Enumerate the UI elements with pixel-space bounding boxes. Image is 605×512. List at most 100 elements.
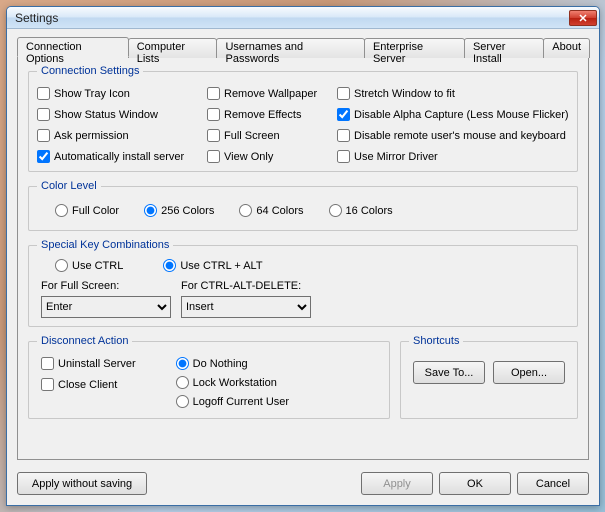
rad-use-ctrl-label: Use CTRL (72, 260, 123, 272)
chk-show-tray-icon[interactable]: Show Tray Icon (37, 87, 207, 100)
chk-uninstall-server-input[interactable] (41, 357, 54, 370)
rad-256-colors[interactable]: 256 Colors (144, 204, 214, 217)
ok-button[interactable]: OK (439, 472, 511, 495)
chk-disable-remote-mouse-keyboard-input[interactable] (337, 129, 350, 142)
chk-view-only[interactable]: View Only (207, 150, 337, 163)
rad-logoff-user-input[interactable] (176, 395, 189, 408)
full-screen-select[interactable]: Enter (41, 296, 171, 318)
chk-stretch-window[interactable]: Stretch Window to fit (337, 87, 569, 100)
chk-stretch-window-label: Stretch Window to fit (354, 88, 455, 100)
chk-view-only-label: View Only (224, 151, 273, 163)
chk-full-screen-input[interactable] (207, 129, 220, 142)
chk-remove-wallpaper[interactable]: Remove Wallpaper (207, 87, 337, 100)
rad-lock-workstation-input[interactable] (176, 376, 189, 389)
apply-button[interactable]: Apply (361, 472, 433, 495)
rad-full-color-input[interactable] (55, 204, 68, 217)
chk-ask-permission-input[interactable] (37, 129, 50, 142)
chk-disable-alpha-capture-label: Disable Alpha Capture (Less Mouse Flicke… (354, 109, 569, 121)
chk-disable-remote-mouse-keyboard[interactable]: Disable remote user's mouse and keyboard (337, 129, 569, 142)
connection-settings-group: Connection Settings Show Tray Icon Remov… (28, 65, 578, 172)
open-button[interactable]: Open... (493, 361, 565, 384)
rad-logoff-user[interactable]: Logoff Current User (176, 395, 289, 408)
rad-use-ctrl-alt[interactable]: Use CTRL + ALT (163, 259, 262, 272)
full-screen-label: For Full Screen: (41, 280, 171, 292)
chk-disable-alpha-capture[interactable]: Disable Alpha Capture (Less Mouse Flicke… (337, 108, 569, 121)
cad-select-group: For CTRL-ALT-DELETE: Insert (181, 280, 311, 318)
tab-enterprise-server[interactable]: Enterprise Server (364, 38, 465, 58)
chk-show-tray-icon-input[interactable] (37, 87, 50, 100)
rad-logoff-user-label: Logoff Current User (193, 396, 289, 408)
rad-do-nothing[interactable]: Do Nothing (176, 357, 289, 370)
footer: Apply without saving Apply OK Cancel (17, 472, 589, 495)
save-to-button[interactable]: Save To... (413, 361, 485, 384)
chk-use-mirror-driver-input[interactable] (337, 150, 350, 163)
chk-disable-alpha-capture-input[interactable] (337, 108, 350, 121)
rad-64-colors[interactable]: 64 Colors (239, 204, 303, 217)
chk-uninstall-server-label: Uninstall Server (58, 358, 136, 370)
chk-show-status-window-input[interactable] (37, 108, 50, 121)
special-key-legend: Special Key Combinations (37, 239, 173, 251)
chk-full-screen-label: Full Screen (224, 130, 280, 142)
chk-ask-permission-label: Ask permission (54, 130, 129, 142)
cad-select[interactable]: Insert (181, 296, 311, 318)
chk-remove-wallpaper-label: Remove Wallpaper (224, 88, 317, 100)
rad-lock-workstation[interactable]: Lock Workstation (176, 376, 289, 389)
chk-close-client[interactable]: Close Client (41, 378, 136, 391)
window-body: Connection Options Computer Lists Userna… (7, 29, 599, 505)
rad-16-colors-input[interactable] (329, 204, 342, 217)
chk-disable-remote-mouse-keyboard-label: Disable remote user's mouse and keyboard (354, 130, 566, 142)
titlebar: Settings (7, 7, 599, 29)
chk-ask-permission[interactable]: Ask permission (37, 129, 207, 142)
shortcuts-body: Save To... Open... (409, 353, 569, 392)
connection-settings-legend: Connection Settings (37, 65, 143, 77)
chk-remove-effects-label: Remove Effects (224, 109, 301, 121)
color-level-legend: Color Level (37, 180, 101, 192)
disconnect-action-group: Disconnect Action Uninstall Server Close… (28, 335, 390, 419)
tab-computer-lists[interactable]: Computer Lists (128, 38, 218, 58)
chk-uninstall-server[interactable]: Uninstall Server (41, 357, 136, 370)
full-screen-select-group: For Full Screen: Enter (41, 280, 171, 318)
special-key-row: Use CTRL Use CTRL + ALT (37, 257, 569, 276)
close-icon (579, 14, 587, 22)
rad-do-nothing-label: Do Nothing (193, 358, 248, 370)
chk-auto-install-server[interactable]: Automatically install server (37, 150, 207, 163)
chk-remove-wallpaper-input[interactable] (207, 87, 220, 100)
cad-label: For CTRL-ALT-DELETE: (181, 280, 311, 292)
rad-use-ctrl-input[interactable] (55, 259, 68, 272)
tab-usernames-passwords[interactable]: Usernames and Passwords (216, 38, 364, 58)
chk-use-mirror-driver-label: Use Mirror Driver (354, 151, 438, 163)
chk-stretch-window-input[interactable] (337, 87, 350, 100)
rad-use-ctrl[interactable]: Use CTRL (55, 259, 123, 272)
close-button[interactable] (569, 10, 597, 26)
cancel-button[interactable]: Cancel (517, 472, 589, 495)
chk-show-tray-icon-label: Show Tray Icon (54, 88, 130, 100)
chk-use-mirror-driver[interactable]: Use Mirror Driver (337, 150, 569, 163)
tab-connection-options[interactable]: Connection Options (17, 37, 129, 57)
chk-remove-effects[interactable]: Remove Effects (207, 108, 337, 121)
color-level-row: Full Color 256 Colors 64 Colors 16 Color… (37, 198, 569, 222)
rad-16-colors[interactable]: 16 Colors (329, 204, 393, 217)
settings-window: Settings Connection Options Computer Lis… (6, 6, 600, 506)
rad-use-ctrl-alt-input[interactable] (163, 259, 176, 272)
chk-show-status-window[interactable]: Show Status Window (37, 108, 207, 121)
special-key-selects: For Full Screen: Enter For CTRL-ALT-DELE… (37, 276, 569, 318)
special-key-group: Special Key Combinations Use CTRL Use CT… (28, 239, 578, 327)
rad-lock-workstation-label: Lock Workstation (193, 377, 277, 389)
rad-16-colors-label: 16 Colors (346, 205, 393, 217)
rad-full-color[interactable]: Full Color (55, 204, 119, 217)
chk-full-screen[interactable]: Full Screen (207, 129, 337, 142)
chk-remove-effects-input[interactable] (207, 108, 220, 121)
apply-without-saving-button[interactable]: Apply without saving (17, 472, 147, 495)
disconnect-radios: Do Nothing Lock Workstation Logoff Curre… (176, 357, 289, 408)
rad-do-nothing-input[interactable] (176, 357, 189, 370)
chk-view-only-input[interactable] (207, 150, 220, 163)
chk-close-client-input[interactable] (41, 378, 54, 391)
shortcuts-group: Shortcuts Save To... Open... (400, 335, 578, 419)
tab-server-install[interactable]: Server Install (464, 38, 544, 58)
chk-auto-install-server-input[interactable] (37, 150, 50, 163)
tab-about[interactable]: About (543, 38, 590, 58)
rad-256-colors-input[interactable] (144, 204, 157, 217)
tab-panel: Connection Settings Show Tray Icon Remov… (17, 56, 589, 460)
disconnect-action-legend: Disconnect Action (37, 335, 132, 347)
rad-64-colors-input[interactable] (239, 204, 252, 217)
